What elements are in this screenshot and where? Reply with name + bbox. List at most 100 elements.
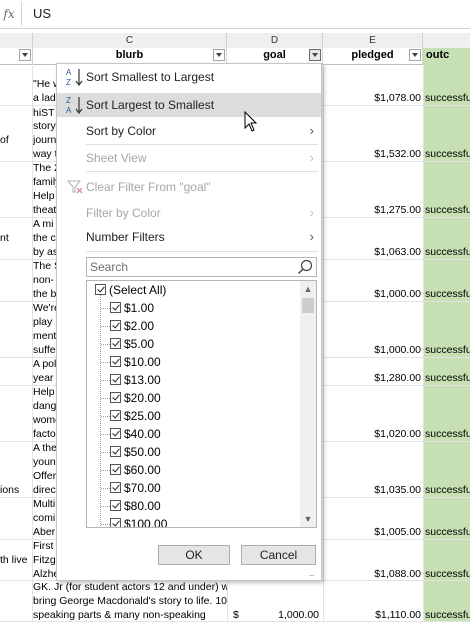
goal-cell[interactable]: 1,000.00 <box>250 609 319 621</box>
scroll-up-arrow-icon[interactable]: ▲ <box>300 281 316 297</box>
blurb-cell[interactable]: non- <box>33 274 58 286</box>
sort-descending-item[interactable]: Z A Sort Largest to Smallest <box>57 93 321 117</box>
filter-dropdown-button[interactable] <box>19 49 31 61</box>
pledged-cell[interactable]: $1,063.00 <box>331 246 421 258</box>
filter-search-input[interactable] <box>87 258 290 276</box>
outcome-cell[interactable]: successful <box>425 204 470 216</box>
filter-checkbox-item[interactable]: $20.00 <box>87 389 299 407</box>
filter-checkbox-item[interactable]: $80.00 <box>87 497 299 515</box>
blurb-cell[interactable]: A mi <box>33 218 58 230</box>
blurb-cell[interactable]: family <box>33 176 58 188</box>
blurb-cell[interactable]: The 2 <box>33 162 58 174</box>
blurb-cell[interactable]: bring George Macdonald's story to life. … <box>33 595 227 607</box>
outcome-cell[interactable]: successful <box>425 246 470 258</box>
filter-checkbox-item[interactable]: $60.00 <box>87 461 299 479</box>
blurb-cell[interactable]: GK. Jr (for student actors 12 and under)… <box>33 581 227 593</box>
number-filters-item[interactable]: Number Filters › <box>57 225 321 249</box>
filter-checkbox-item[interactable]: $5.00 <box>87 335 299 353</box>
checkbox-checked-icon[interactable] <box>110 428 121 439</box>
outcome-cell[interactable]: successful <box>425 609 470 621</box>
outcome-cell[interactable]: successful <box>425 568 470 580</box>
filter-checkbox-item[interactable]: $25.00 <box>87 407 299 425</box>
pledged-cell[interactable]: $1,000.00 <box>331 288 421 300</box>
blurb-cell[interactable]: by as <box>33 246 58 258</box>
pledged-cell[interactable]: $1,110.00 <box>331 609 421 621</box>
filter-dropdown-button[interactable] <box>409 49 421 61</box>
pledged-cell[interactable]: $1,532.00 <box>331 148 421 160</box>
filter-checkbox-item[interactable]: $70.00 <box>87 479 299 497</box>
pledged-cell[interactable]: $1,020.00 <box>331 428 421 440</box>
filter-checkbox-item[interactable]: $40.00 <box>87 425 299 443</box>
formula-input[interactable]: US <box>33 4 51 24</box>
outcome-cell[interactable]: successful <box>425 484 470 496</box>
checkbox-checked-icon[interactable] <box>95 284 106 295</box>
pledged-cell[interactable]: $1,280.00 <box>331 372 421 384</box>
insert-function-icon[interactable]: fx <box>0 4 18 24</box>
blurb-cell[interactable]: way t <box>33 148 58 160</box>
filter-checkbox-item[interactable]: $13.00 <box>87 371 299 389</box>
filter-checkbox-item[interactable]: $10.00 <box>87 353 299 371</box>
blurb-cell[interactable]: A the <box>33 442 58 454</box>
resize-grip-icon[interactable]: ..... <box>309 571 319 579</box>
checkbox-checked-icon[interactable] <box>110 464 121 475</box>
scrollbar-thumb[interactable] <box>302 298 314 313</box>
checkbox-checked-icon[interactable] <box>110 482 121 493</box>
blurb-cell[interactable]: hiST <box>33 107 58 119</box>
blurb-cell[interactable]: play <box>33 316 58 328</box>
outcome-cell[interactable]: successful <box>425 148 470 160</box>
outcome-cell[interactable]: successful <box>425 92 470 104</box>
blurb-cell[interactable]: Help <box>33 386 58 398</box>
blurb-cell[interactable]: facto <box>33 428 58 440</box>
outcome-cell[interactable]: successful <box>425 344 470 356</box>
blurb-cell[interactable]: Aber <box>33 526 58 538</box>
column-letter-f[interactable] <box>423 33 470 48</box>
filter-checkbox-select-all[interactable]: (Select All) <box>87 281 299 299</box>
blurb-cell[interactable]: speaking parts & many non-speaking <box>33 609 227 621</box>
blurb-cell[interactable]: comi <box>33 512 58 524</box>
blurb-cell[interactable]: We're <box>33 302 58 314</box>
checkbox-checked-icon[interactable] <box>110 356 121 367</box>
pledged-cell[interactable]: $1,078.00 <box>331 92 421 104</box>
ok-button[interactable]: OK <box>158 545 230 565</box>
adjacent-cell[interactable]: th live <box>0 554 30 566</box>
blurb-cell[interactable]: the b <box>33 288 58 300</box>
outcome-cell[interactable]: successful <box>425 372 470 384</box>
blurb-cell[interactable]: First <box>33 540 58 552</box>
blurb-cell[interactable]: a lad <box>33 92 58 104</box>
cancel-button[interactable]: Cancel <box>241 545 316 565</box>
pledged-cell[interactable]: $1,088.00 <box>331 568 421 580</box>
blurb-cell[interactable]: ment <box>33 330 58 342</box>
blurb-cell[interactable]: Help <box>33 190 58 202</box>
blurb-cell[interactable]: theat <box>33 204 58 216</box>
checkbox-checked-icon[interactable] <box>110 302 121 313</box>
blurb-cell[interactable]: journ <box>33 134 58 146</box>
blurb-cell[interactable]: dang <box>33 400 58 412</box>
blurb-cell[interactable]: Fitzg <box>33 554 58 566</box>
blurb-cell[interactable]: Multi <box>33 498 58 510</box>
pledged-cell[interactable]: $1,275.00 <box>331 204 421 216</box>
pledged-cell[interactable]: $1,000.00 <box>331 344 421 356</box>
checkbox-checked-icon[interactable] <box>110 446 121 457</box>
adjacent-cell[interactable]: of <box>0 134 30 146</box>
filter-dropdown-button-active[interactable] <box>309 49 321 61</box>
blurb-cell[interactable]: the ci <box>33 232 58 244</box>
pledged-cell[interactable]: $1,005.00 <box>331 526 421 538</box>
checkbox-checked-icon[interactable] <box>110 518 121 527</box>
scroll-down-arrow-icon[interactable]: ▼ <box>300 511 316 527</box>
blurb-cell[interactable]: Offer <box>33 470 58 482</box>
blurb-cell[interactable]: youn <box>33 456 58 468</box>
outcome-cell[interactable]: successful <box>425 428 470 440</box>
outcome-cell[interactable]: successful <box>425 288 470 300</box>
adjacent-cell[interactable]: ions <box>0 484 30 496</box>
sort-ascending-item[interactable]: A Z Sort Smallest to Largest <box>57 65 321 89</box>
filter-checkbox-item[interactable]: $1.00 <box>87 299 299 317</box>
outcome-cell[interactable]: successful <box>425 526 470 538</box>
checkbox-checked-icon[interactable] <box>110 374 121 385</box>
column-letter-c[interactable]: C <box>33 33 227 48</box>
blurb-cell[interactable]: year <box>33 372 58 384</box>
adjacent-cell[interactable]: nt <box>0 232 30 244</box>
blurb-cell[interactable]: suffe <box>33 344 58 356</box>
checkbox-checked-icon[interactable] <box>110 338 121 349</box>
list-scrollbar[interactable]: ▲ ▼ <box>300 281 316 527</box>
sort-by-color-item[interactable]: Sort by Color › <box>57 119 321 143</box>
